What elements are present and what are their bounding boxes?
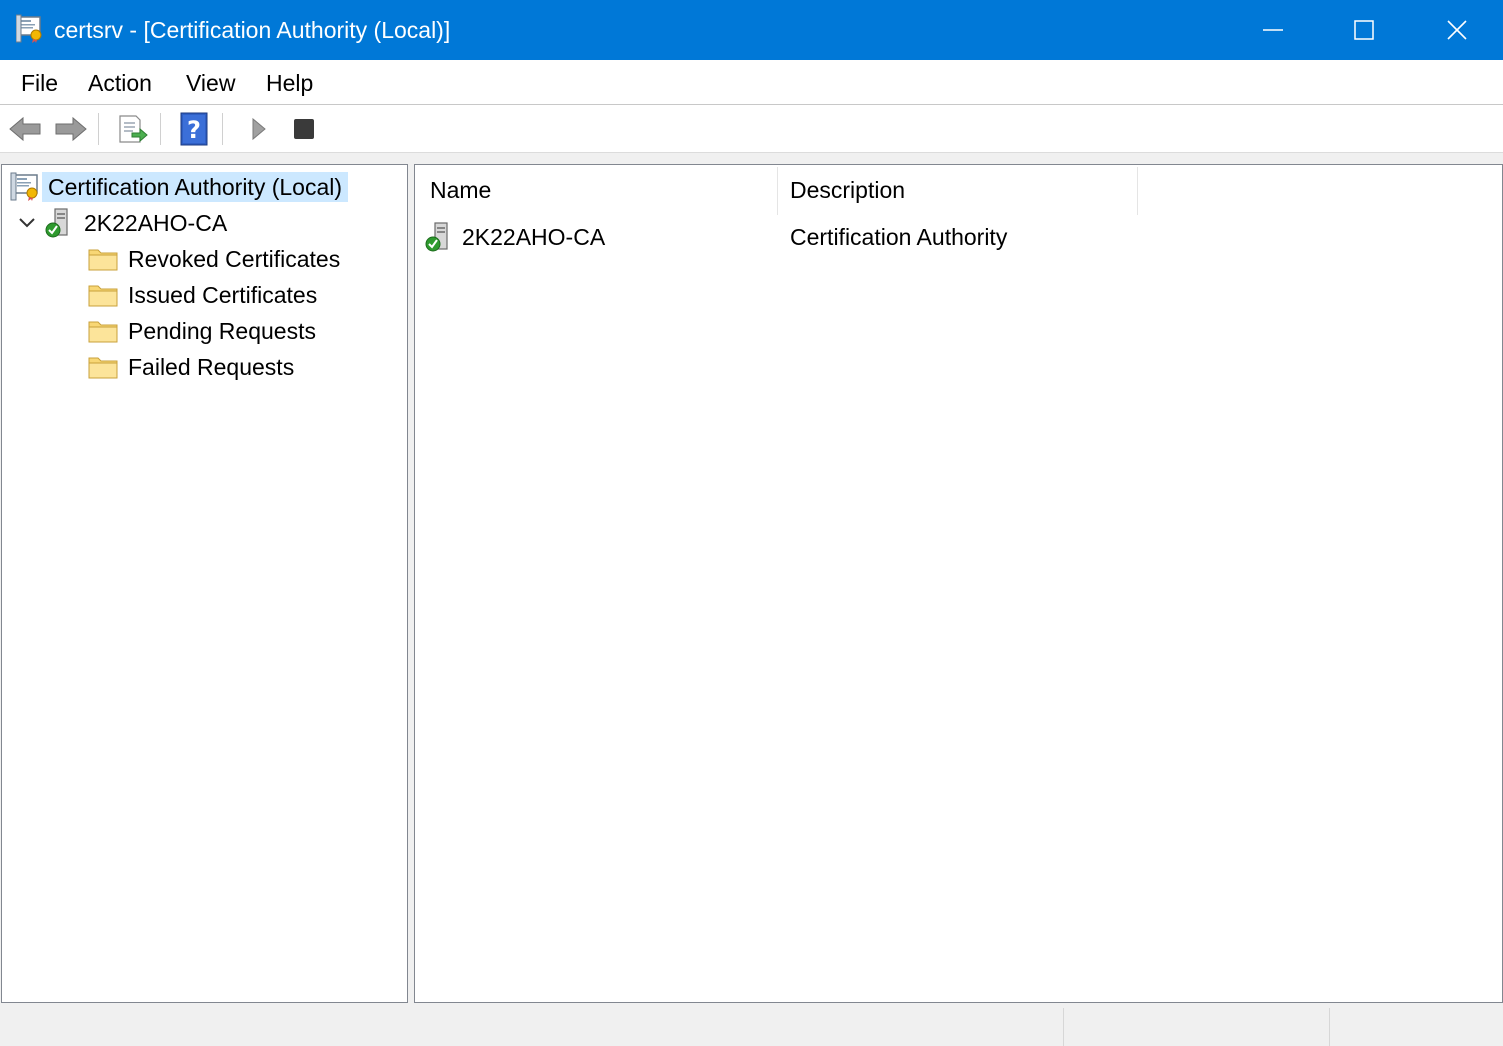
- stop-service-button[interactable]: [286, 111, 322, 147]
- tree-item-certification-authority-local[interactable]: Certification Authority (Local): [8, 170, 349, 204]
- toolbar: ?: [0, 105, 1503, 153]
- status-separator: [1063, 1008, 1064, 1046]
- tree-child-label: Pending Requests: [128, 318, 316, 344]
- start-service-button[interactable]: [240, 111, 276, 147]
- column-header-description[interactable]: Description: [775, 165, 1137, 215]
- folder-icon: [84, 354, 122, 380]
- maximize-button[interactable]: [1318, 0, 1410, 60]
- tree-child-label: Issued Certificates: [128, 282, 318, 308]
- list-item-description: Certification Authority: [790, 224, 1008, 250]
- forward-button[interactable]: [53, 111, 89, 147]
- help-icon: ?: [179, 112, 209, 146]
- chevron-down-icon[interactable]: [14, 217, 40, 229]
- ca-server-icon: [40, 207, 78, 239]
- ca-name-label: 2K22AHO-CA: [84, 210, 228, 236]
- tree-item-ca[interactable]: 2K22AHO-CA: [14, 206, 233, 240]
- toolbar-separator: [222, 113, 223, 145]
- close-icon: [1447, 20, 1467, 40]
- back-arrow-icon: [8, 116, 42, 142]
- folder-icon: [84, 246, 122, 272]
- status-bar: [0, 1004, 1503, 1046]
- certificate-authority-app-icon: [16, 14, 46, 44]
- menu-action[interactable]: Action: [84, 69, 156, 97]
- minimize-icon: [1263, 20, 1283, 40]
- folder-icon: [84, 282, 122, 308]
- list-item[interactable]: 2K22AHO-CA Certification Authority: [415, 219, 1500, 255]
- menu-view[interactable]: View: [182, 69, 239, 97]
- toolbar-separator: [98, 113, 99, 145]
- tree-item-pending-requests[interactable]: Pending Requests: [84, 314, 322, 348]
- maximize-icon: [1354, 20, 1374, 40]
- export-list-button[interactable]: [114, 111, 150, 147]
- tree-item-issued-certificates[interactable]: Issued Certificates: [84, 278, 323, 312]
- list-pane: Name Description 2K22AHO-CA Certificatio…: [414, 164, 1503, 1003]
- export-list-icon: [116, 113, 148, 145]
- close-button[interactable]: [1411, 0, 1503, 60]
- start-service-icon: [248, 117, 268, 141]
- column-header-name[interactable]: Name: [415, 165, 777, 215]
- tree-child-label: Revoked Certificates: [128, 246, 341, 272]
- svg-text:?: ?: [187, 116, 201, 144]
- tree-root-label: Certification Authority (Local): [42, 172, 349, 202]
- title-bar: certsrv - [Certification Authority (Loca…: [0, 0, 1503, 60]
- menu-help[interactable]: Help: [262, 69, 317, 97]
- menu-file[interactable]: File: [17, 69, 62, 97]
- menu-bar: File Action View Help: [0, 60, 1503, 105]
- tree-pane: Certification Authority (Local) 2K22AHO-…: [1, 164, 408, 1003]
- folder-icon: [84, 318, 122, 344]
- toolbar-separator: [160, 113, 161, 145]
- list-item-name: 2K22AHO-CA: [462, 224, 606, 250]
- tree-item-revoked-certificates[interactable]: Revoked Certificates: [84, 242, 346, 276]
- window-title: certsrv - [Certification Authority (Loca…: [54, 17, 451, 43]
- forward-arrow-icon: [54, 116, 88, 142]
- help-button[interactable]: ?: [176, 111, 212, 147]
- certificate-authority-icon: [8, 172, 42, 202]
- tree-child-label: Failed Requests: [128, 354, 295, 380]
- ca-server-icon: [425, 221, 453, 253]
- back-button[interactable]: [7, 111, 43, 147]
- minimize-button[interactable]: [1227, 0, 1319, 60]
- column-divider[interactable]: [1137, 167, 1138, 215]
- tree-item-failed-requests[interactable]: Failed Requests: [84, 350, 300, 384]
- stop-service-icon: [293, 118, 315, 140]
- status-separator: [1329, 1008, 1330, 1046]
